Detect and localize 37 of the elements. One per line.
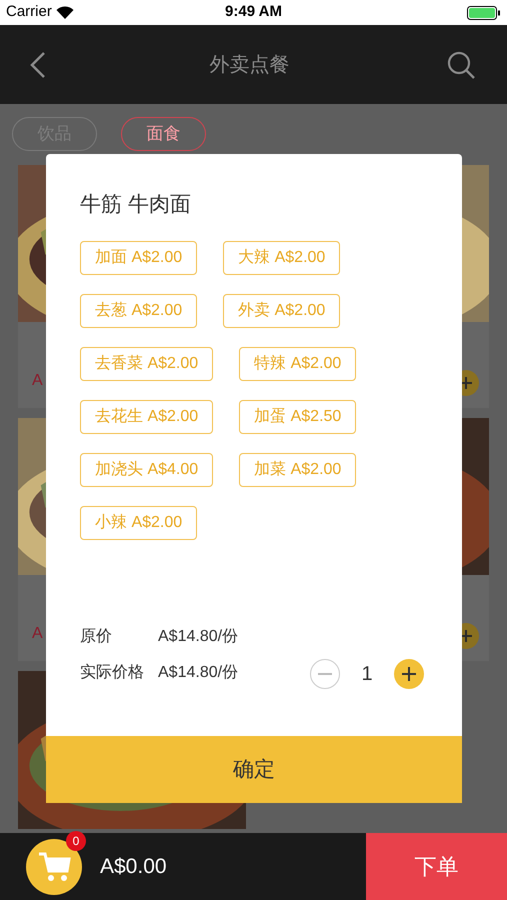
increase-button[interactable]	[394, 659, 424, 689]
cart-total: A$0.00	[100, 854, 167, 880]
option-chip[interactable]: 去香菜 A$2.00	[80, 347, 214, 381]
checkout-button[interactable]: 下单	[366, 833, 507, 900]
dish-price: A	[32, 372, 43, 389]
dish-price: A	[32, 625, 43, 642]
price-label: 原价	[80, 627, 113, 647]
actual-price: A$14.80/份	[158, 663, 238, 683]
search-icon	[446, 50, 476, 80]
wifi-icon	[56, 6, 74, 19]
battery-icon	[467, 6, 501, 20]
option-chip[interactable]: 外卖 A$2.00	[223, 294, 340, 328]
status-time: 9:49 AM	[225, 2, 282, 22]
cart-icon	[37, 850, 71, 882]
dialog-title: 牛筋 牛肉面	[80, 192, 192, 218]
plus-icon	[459, 376, 473, 390]
category-tab[interactable]: 面食	[121, 117, 206, 151]
option-chip[interactable]: 加面 A$2.00	[80, 241, 198, 275]
option-chip[interactable]: 加浇头 A$4.00	[80, 453, 214, 487]
page-title: 外卖点餐	[210, 52, 290, 78]
option-chip[interactable]: 去葱 A$2.00	[80, 294, 198, 328]
option-chip[interactable]: 大辣 A$2.00	[223, 241, 340, 275]
confirm-button[interactable]: 确定	[46, 736, 462, 803]
cart-badge: 0	[66, 830, 86, 850]
quantity-value: 1	[360, 662, 374, 687]
minus-icon	[318, 673, 332, 675]
option-chip[interactable]: 小辣 A$2.00	[80, 506, 198, 540]
back-icon	[30, 50, 46, 78]
option-chip[interactable]: 特辣 A$2.00	[239, 347, 356, 381]
option-chip[interactable]: 去花生 A$2.00	[80, 400, 214, 434]
option-chip[interactable]: 加蛋 A$2.50	[239, 400, 356, 434]
price-label: 实际价格	[80, 662, 145, 683]
carrier-label: Carrier	[6, 2, 52, 22]
option-chip[interactable]: 加菜 A$2.00	[239, 453, 356, 487]
plus-icon	[459, 629, 473, 643]
plus-icon	[401, 666, 417, 682]
original-price: A$14.80/份	[158, 627, 238, 647]
